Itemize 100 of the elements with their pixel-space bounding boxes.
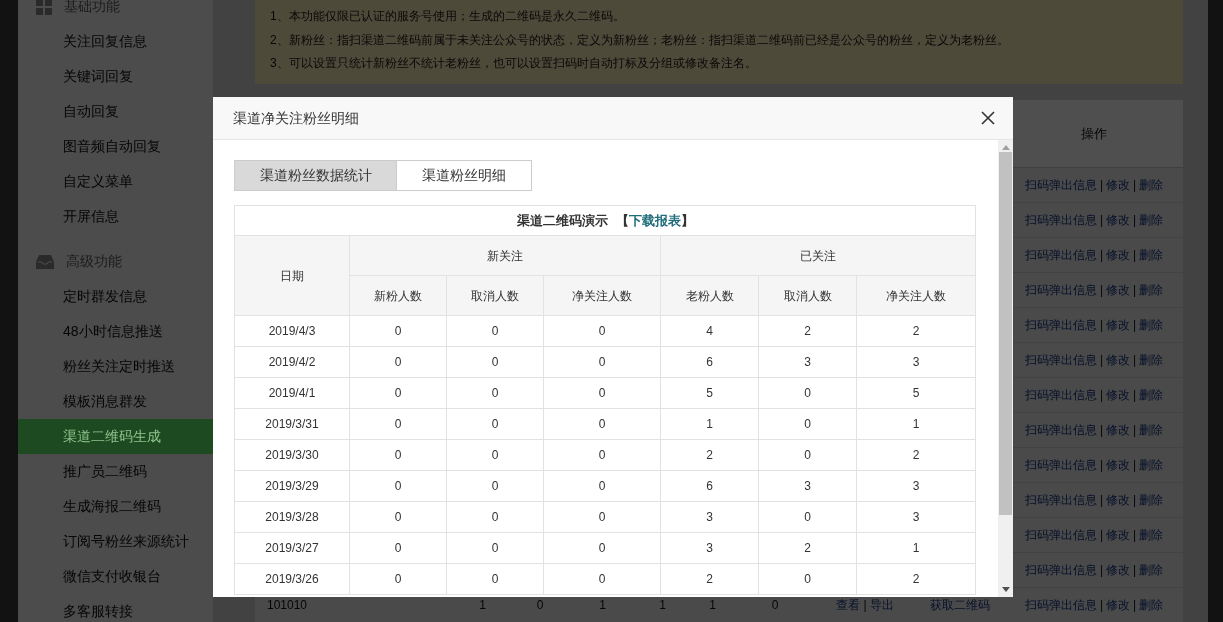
table-cell: 3 — [856, 346, 976, 378]
table-cell: 0 — [349, 346, 447, 378]
action-link[interactable]: 修改 — [1106, 423, 1130, 437]
table-cell: 3 — [758, 470, 857, 502]
table-cell: 0 — [446, 346, 544, 378]
action-link[interactable]: 修改 — [1106, 178, 1130, 192]
separator: | — [1099, 283, 1103, 297]
table-cell: 1 — [856, 408, 976, 440]
action-link[interactable]: 修改 — [1106, 353, 1130, 367]
action-link[interactable]: 删除 — [1139, 213, 1164, 227]
scrollbar[interactable] — [998, 140, 1013, 597]
action-link[interactable]: 查看 — [836, 598, 861, 612]
table-cell: 2 — [856, 439, 976, 471]
action-link[interactable]: 修改 — [1106, 318, 1130, 332]
table-cell: 2 — [758, 315, 857, 347]
date-cell: 2019/3/29 — [234, 470, 350, 502]
action-link[interactable]: 修改 — [1106, 563, 1130, 577]
separator: | — [1099, 423, 1103, 437]
table-cell: 0 — [543, 470, 661, 502]
action-link[interactable]: 删除 — [1139, 178, 1164, 192]
bracket: 【 — [615, 212, 629, 228]
table-cell: 0 — [446, 439, 544, 471]
action-link[interactable]: 删除 — [1139, 353, 1164, 367]
action-link[interactable]: 修改 — [1106, 493, 1130, 507]
sidebar-item[interactable]: 订阅号粉丝来源统计 — [18, 524, 213, 559]
sidebar-item[interactable]: 自动回复 — [18, 94, 213, 129]
sidebar-item[interactable]: 粉丝关注定时推送 — [18, 349, 213, 384]
action-link[interactable]: 修改 — [1106, 528, 1130, 542]
sidebar-item[interactable]: 渠道二维码生成 — [18, 419, 213, 454]
action-link[interactable]: 删除 — [1139, 248, 1164, 262]
action-link[interactable]: 删除 — [1139, 563, 1164, 577]
action-link[interactable]: 修改 — [1106, 248, 1130, 262]
sidebar-item[interactable]: 关注回复信息 — [18, 24, 213, 59]
separator: | — [1099, 528, 1103, 542]
table-cell: 0 — [446, 377, 544, 409]
inbox-icon — [36, 254, 54, 269]
sidebar-item[interactable]: 关键词回复 — [18, 59, 213, 94]
action-link[interactable]: 导出 — [869, 598, 894, 612]
table-cell: 0 — [543, 439, 661, 471]
table-title: 渠道二维码演示 — [516, 212, 608, 228]
table-cell: 0 — [543, 532, 661, 564]
action-link[interactable]: 删除 — [1139, 598, 1164, 612]
table-cell: 3 — [856, 501, 976, 533]
sidebar-item[interactable]: 48小时信息推送 — [18, 314, 213, 349]
table-cell: 3 — [758, 346, 857, 378]
download-link[interactable]: 下载报表 — [628, 212, 681, 228]
action-link[interactable]: 删除 — [1139, 458, 1164, 472]
action-link[interactable]: 修改 — [1106, 283, 1130, 297]
action-link[interactable]: 删除 — [1139, 423, 1164, 437]
separator: | — [1133, 248, 1137, 262]
separator: | — [1133, 388, 1137, 402]
action-link[interactable]: 修改 — [1106, 458, 1130, 472]
table-cell: 0 — [543, 501, 661, 533]
separator: | — [1133, 213, 1137, 227]
table-cell: 3 — [660, 501, 759, 533]
action-link[interactable]: 删除 — [1139, 283, 1164, 297]
separator: | — [1133, 423, 1137, 437]
separator: | — [1099, 353, 1103, 367]
action-link[interactable]: 修改 — [1106, 213, 1130, 227]
modal-title: 渠道净关注粉丝明细 — [233, 108, 359, 128]
table-cell: 4 — [660, 315, 759, 347]
date-cell: 2019/4/2 — [234, 346, 350, 378]
action-link[interactable]: 修改 — [1106, 598, 1130, 612]
table-cell: 0 — [446, 315, 544, 347]
sidebar-item[interactable]: 多客服转接 — [18, 594, 213, 622]
tab[interactable]: 渠道粉丝明细 — [397, 160, 532, 191]
sidebar-item[interactable]: 模板消息群发 — [18, 384, 213, 419]
separator: | — [863, 598, 867, 612]
separator: | — [1099, 458, 1103, 472]
table-cell: 2 — [660, 439, 759, 471]
table-cell: 3 — [660, 532, 759, 564]
close-button[interactable] — [979, 109, 997, 127]
date-cell: 2019/3/26 — [234, 563, 350, 595]
table-cell: 0 — [446, 408, 544, 440]
sidebar-item[interactable]: 定时群发信息 — [18, 279, 213, 314]
table-cell: 0 — [446, 563, 544, 595]
action-link[interactable]: 删除 — [1139, 493, 1164, 507]
table-cell: 0 — [349, 408, 447, 440]
action-link[interactable]: 修改 — [1106, 388, 1130, 402]
separator: | — [1133, 318, 1137, 332]
sidebar-item[interactable]: 微信支付收银台 — [18, 559, 213, 594]
sidebar-item[interactable]: 自定义菜单 — [18, 164, 213, 199]
tab[interactable]: 渠道粉丝数据统计 — [234, 160, 397, 191]
date-cell: 2019/3/27 — [234, 532, 350, 564]
separator: | — [1099, 213, 1103, 227]
separator: | — [1099, 388, 1103, 402]
column-header: 取消人数 — [758, 275, 857, 316]
group-header: 已关注 — [660, 235, 976, 276]
column-header: 净关注人数 — [543, 275, 661, 316]
table-cell: 6 — [660, 470, 759, 502]
table-cell: 2 — [660, 563, 759, 595]
sidebar-item[interactable]: 图音频自动回复 — [18, 129, 213, 164]
table-cell: 0 — [543, 346, 661, 378]
action-link[interactable]: 删除 — [1139, 318, 1164, 332]
date-cell: 2019/3/31 — [234, 408, 350, 440]
action-link[interactable]: 删除 — [1139, 388, 1164, 402]
table-cell: 0 — [446, 532, 544, 564]
action-link[interactable]: 删除 — [1139, 528, 1164, 542]
table-cell: 0 — [758, 501, 857, 533]
sidebar-item[interactable]: 开屏信息 — [18, 199, 213, 234]
